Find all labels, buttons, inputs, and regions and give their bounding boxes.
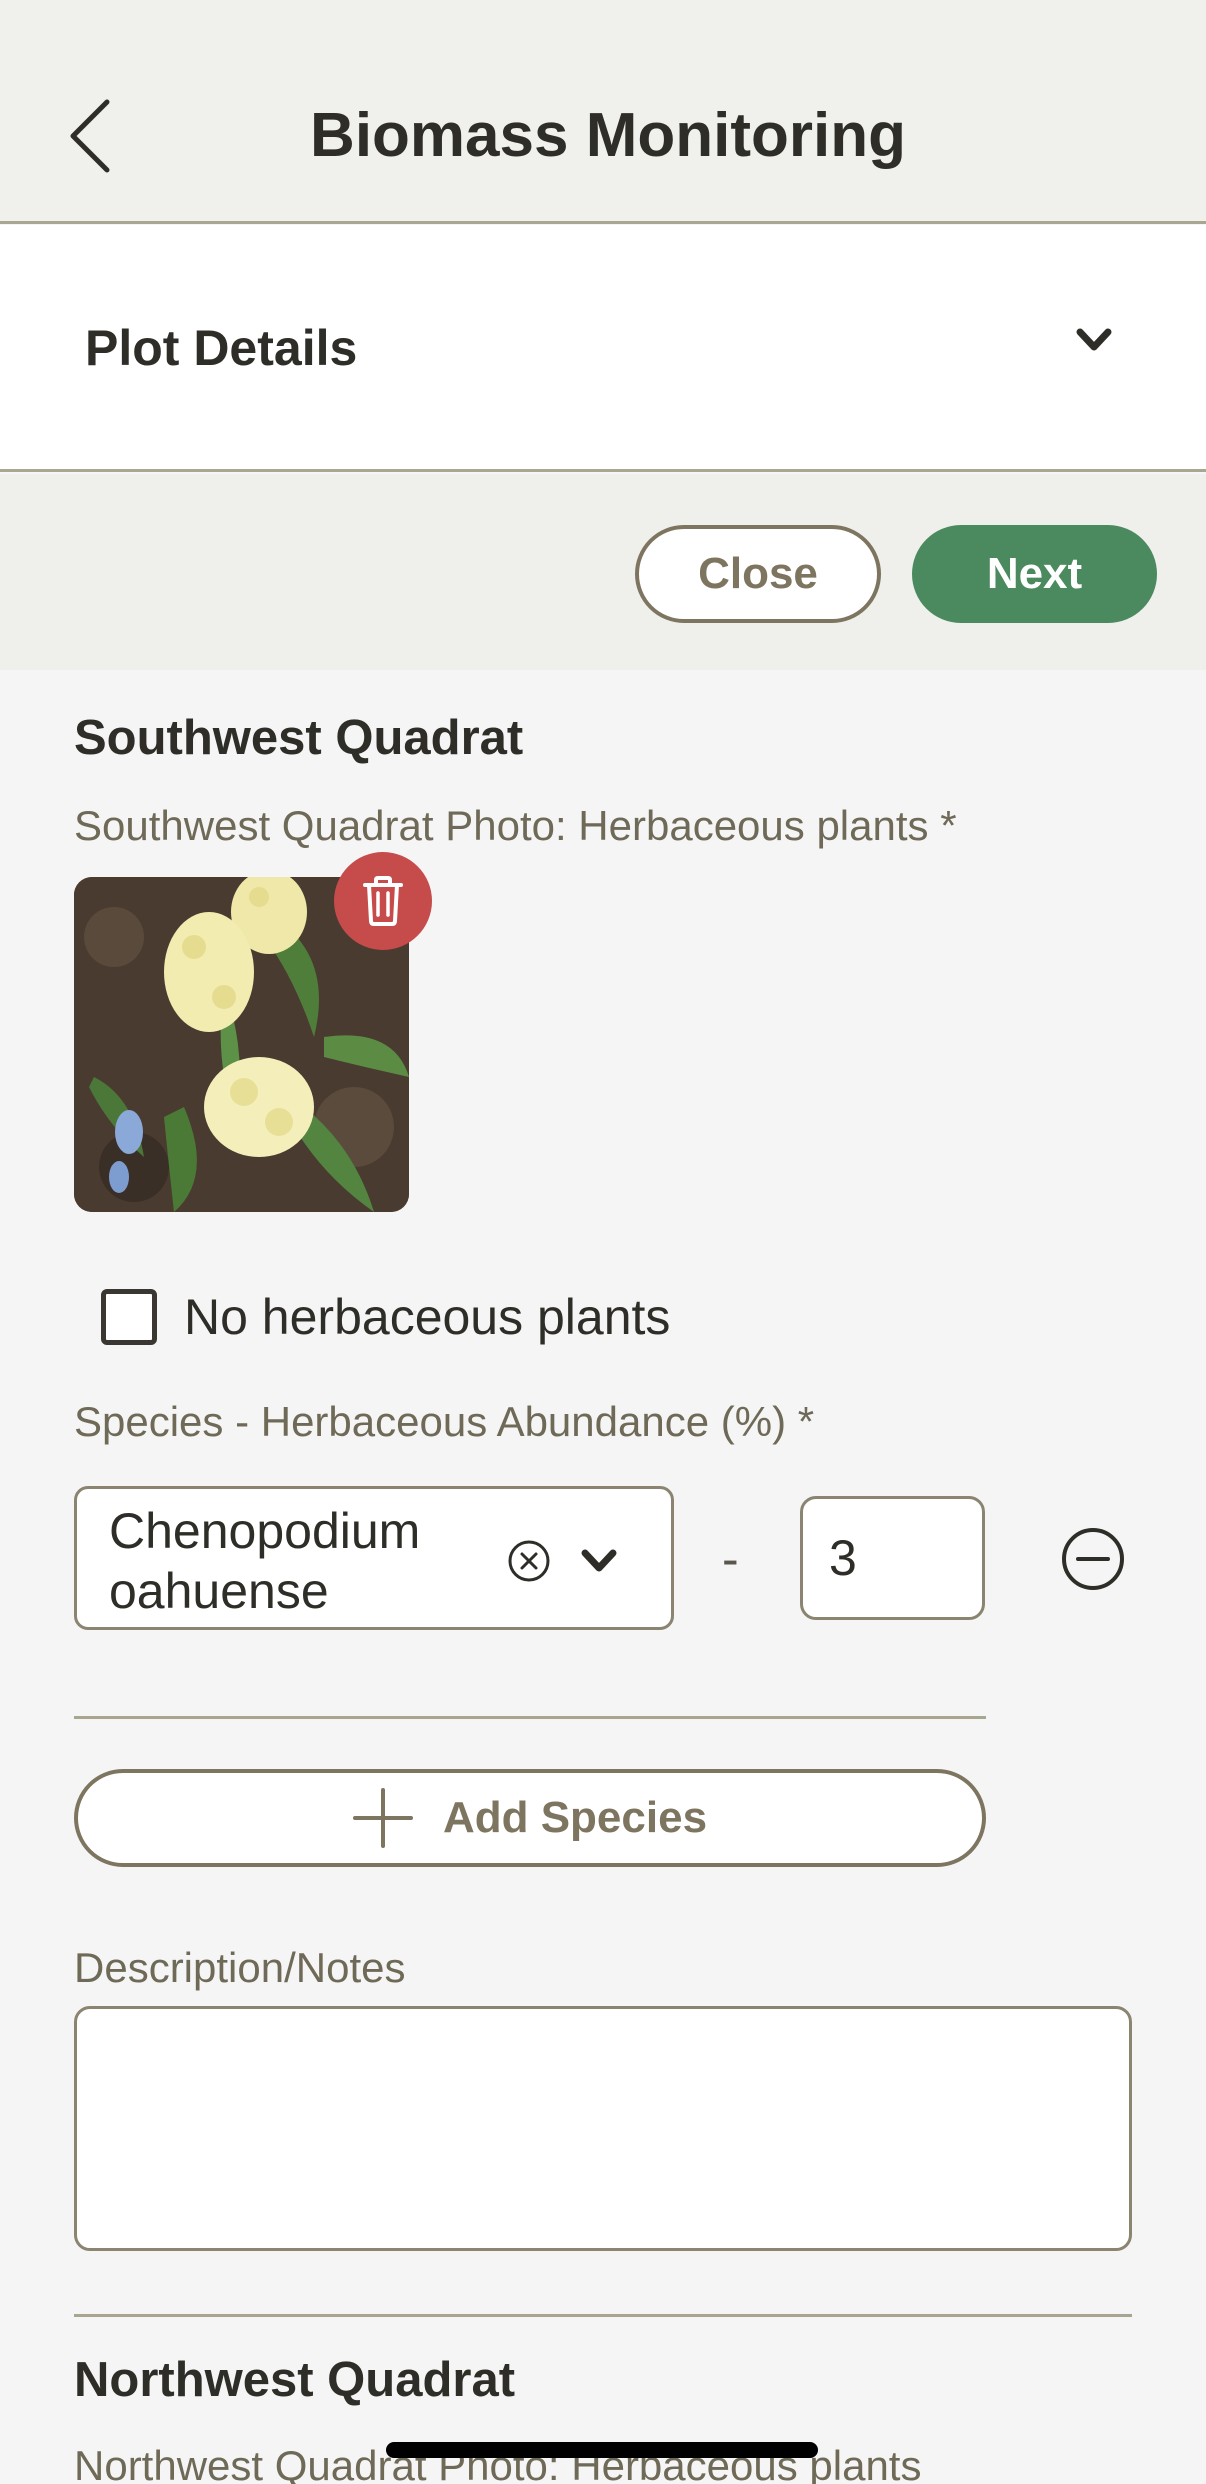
add-species-button[interactable]: Add Species [74,1769,986,1867]
app-header: Biomass Monitoring [0,0,1206,224]
notes-label: Description/Notes [74,1944,406,1991]
northwest-quadrat-title: Northwest Quadrat [74,2353,516,2407]
no-herbaceous-plants-checkbox[interactable] [101,1289,157,1345]
delete-photo-button[interactable] [334,852,432,950]
plot-details-label: Plot Details [85,320,358,376]
plot-details-accordion[interactable]: Plot Details [0,225,1206,472]
clear-circle-icon[interactable] [505,1537,553,1585]
range-separator: - [722,1531,739,1587]
southwest-quadrat-title: Southwest Quadrat [74,711,524,765]
page-title: Biomass Monitoring [310,101,906,170]
remove-circle-icon[interactable] [1060,1526,1126,1592]
abundance-input[interactable]: 3 [800,1496,985,1620]
trash-icon [363,876,403,926]
action-bar: Close Next [0,474,1206,670]
species-divider [74,1716,986,1719]
add-species-label: Add Species [442,1793,708,1842]
species-abundance-label: Species - Herbaceous Abundance (%) * [74,1398,815,1445]
home-indicator [386,2442,818,2458]
species-select-value: Chenopodium oahuense [109,1503,421,1619]
chevron-down-icon[interactable] [1074,320,1114,360]
no-herbaceous-plants-label: No herbaceous plants [184,1289,671,1345]
notes-textarea[interactable] [74,2006,1132,2251]
next-button[interactable]: Next [912,525,1157,623]
species-select[interactable]: Chenopodium oahuense [74,1486,674,1630]
southwest-photo-label: Southwest Quadrat Photo: Herbaceous plan… [74,802,957,849]
section-divider [74,2314,1132,2317]
chevron-down-icon[interactable] [579,1541,619,1581]
close-button[interactable]: Close [635,525,881,623]
plus-icon [352,1788,413,1848]
